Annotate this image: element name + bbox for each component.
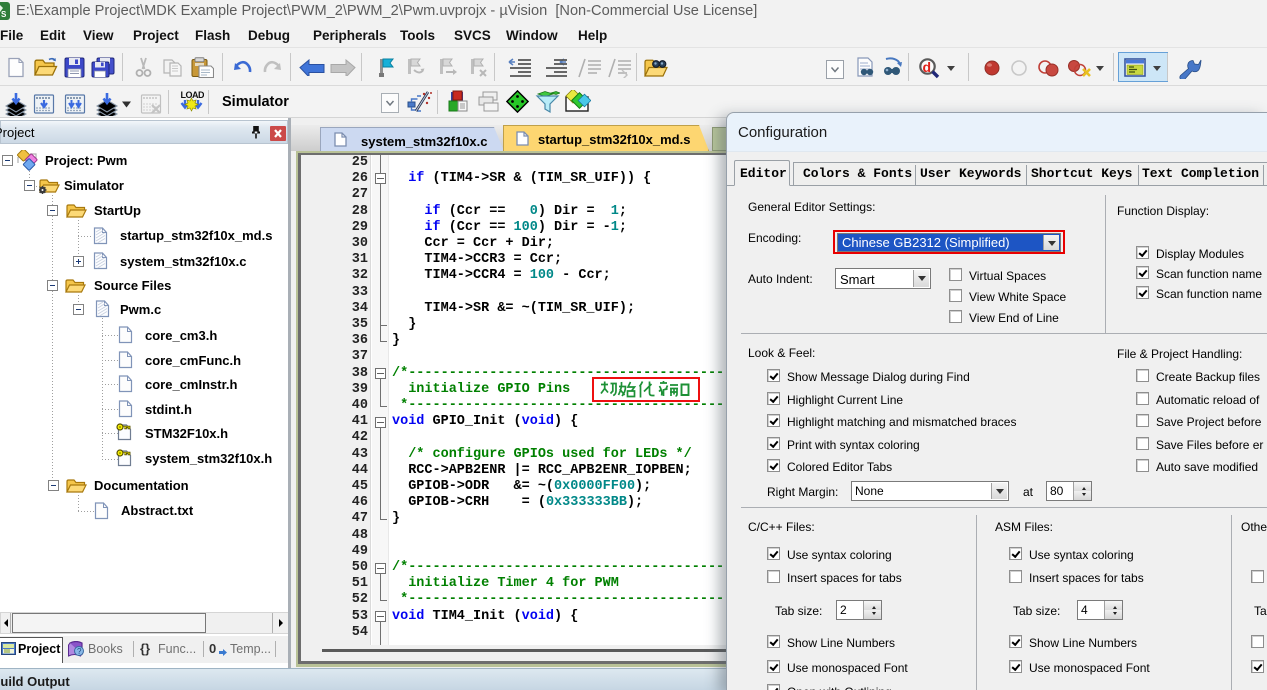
svg-text:?: ?: [77, 647, 82, 656]
svg-text:S: S: [1, 10, 7, 19]
svg-text:LOAD: LOAD: [181, 90, 205, 100]
svg-text:d: d: [923, 59, 932, 75]
